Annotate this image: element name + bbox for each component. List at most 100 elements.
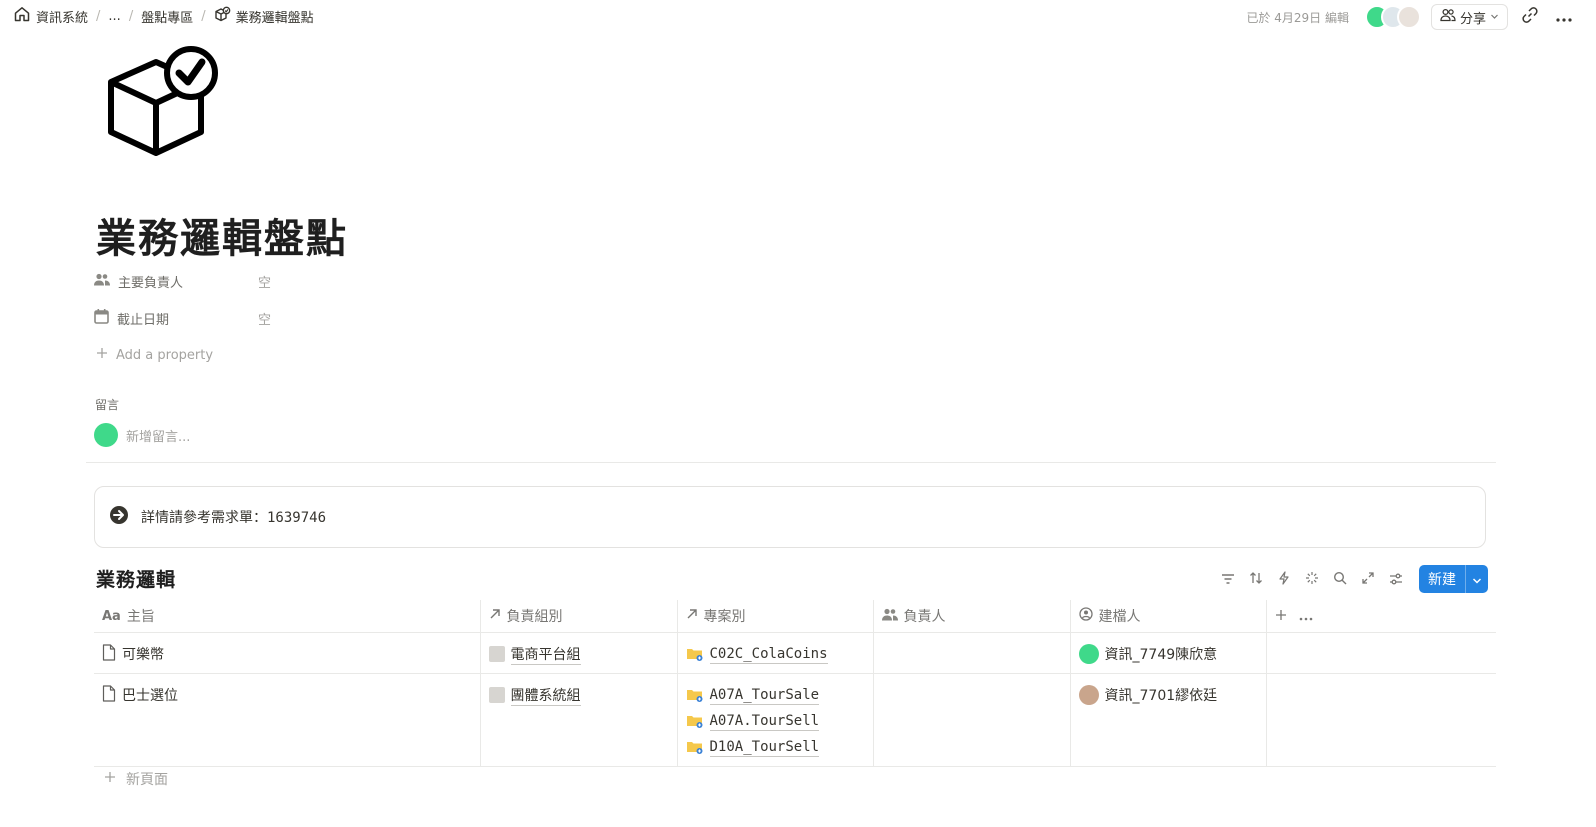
property-value[interactable]: 空 bbox=[258, 309, 271, 328]
breadcrumb-label: 盤點專區 bbox=[141, 10, 194, 26]
callout-block[interactable]: 詳情請參考需求單：1639746 bbox=[94, 486, 1486, 548]
page-icon-box-check[interactable] bbox=[104, 46, 220, 158]
cell-project[interactable]: A07A_TourSale A07A.TourSell D10A_TourSel… bbox=[677, 673, 874, 767]
column-header-creator[interactable]: 建檔人 bbox=[1070, 600, 1267, 633]
plus-icon bbox=[104, 771, 116, 787]
row-title[interactable]: 巴士選位 bbox=[122, 685, 178, 705]
comment-input-row[interactable]: 新增留言... bbox=[94, 423, 190, 447]
copy-link-button[interactable] bbox=[1518, 5, 1542, 29]
property-owner[interactable]: 主要負責人 空 bbox=[94, 272, 271, 291]
sort-icon bbox=[1249, 570, 1263, 589]
add-column-icon[interactable] bbox=[1275, 606, 1287, 625]
avatar bbox=[1396, 5, 1421, 29]
cell-project[interactable]: C02C_ColaCoins bbox=[677, 632, 874, 674]
lightning-icon bbox=[1278, 570, 1290, 589]
cell-owner[interactable] bbox=[873, 673, 1071, 767]
more-horizontal-icon bbox=[1555, 8, 1573, 27]
page-document-icon bbox=[102, 643, 116, 665]
cell-empty bbox=[1266, 673, 1496, 767]
cell-title[interactable]: 巴士選位 bbox=[94, 673, 481, 767]
cell-creator[interactable]: 資訊_7701繆依廷 bbox=[1070, 673, 1267, 767]
cell-group[interactable]: 團體系統組 bbox=[480, 673, 678, 767]
property-value[interactable]: 空 bbox=[258, 272, 271, 291]
breadcrumb-separator: / bbox=[201, 8, 206, 24]
database-title[interactable]: 業務邏輯 bbox=[96, 565, 176, 592]
ai-button[interactable] bbox=[1301, 566, 1323, 592]
creator-name[interactable]: 資訊_7749陳欣意 bbox=[1105, 644, 1218, 664]
breadcrumb-label: ... bbox=[108, 8, 121, 24]
table-row[interactable]: 巴士選位 團體系統組 A07A_TourSale A07A.TourSell D… bbox=[94, 673, 1496, 767]
relation-arrow-icon bbox=[489, 608, 501, 624]
divider bbox=[86, 462, 1496, 463]
column-header-actions bbox=[1266, 600, 1496, 633]
project-link[interactable]: D10A_TourSell bbox=[709, 738, 820, 757]
avatar bbox=[94, 423, 118, 447]
breadcrumb-label: 資訊系統 bbox=[36, 10, 89, 26]
expand-arrows-icon bbox=[1361, 570, 1375, 589]
page-title[interactable]: 業務邏輯盤點 bbox=[96, 206, 348, 264]
breadcrumb-item-current[interactable]: 業務邏輯盤點 bbox=[211, 6, 317, 27]
person-circle-icon bbox=[1078, 607, 1093, 625]
cell-owner[interactable] bbox=[873, 632, 1071, 674]
new-page-button[interactable]: 新頁面 bbox=[104, 769, 168, 789]
more-horizontal-icon[interactable] bbox=[1299, 606, 1313, 625]
cell-title[interactable]: 可樂幣 bbox=[94, 632, 481, 674]
people-icon bbox=[94, 273, 110, 290]
database-toolbar: 新建 bbox=[1217, 565, 1488, 593]
project-link[interactable]: A07A.TourSell bbox=[709, 712, 820, 731]
new-entry-dropdown[interactable] bbox=[1465, 565, 1488, 593]
share-button[interactable]: 分享 bbox=[1430, 4, 1508, 30]
property-deadline[interactable]: 截止日期 空 bbox=[94, 309, 271, 328]
settings-button[interactable] bbox=[1385, 566, 1407, 592]
folder-link-icon bbox=[686, 646, 704, 662]
group-link[interactable]: 團體系統組 bbox=[510, 685, 581, 706]
text-type-icon: Aa bbox=[102, 608, 121, 624]
callout-text[interactable]: 詳情請參考需求單：1639746 bbox=[141, 507, 326, 527]
add-property-button[interactable]: Add a property bbox=[96, 347, 213, 363]
property-label: 主要負責人 bbox=[118, 276, 184, 291]
filter-button[interactable] bbox=[1217, 566, 1239, 592]
comment-input[interactable]: 新增留言... bbox=[126, 426, 190, 445]
breadcrumb-item-inventory[interactable]: 盤點專區 bbox=[138, 7, 196, 26]
new-entry-button[interactable]: 新建 bbox=[1419, 565, 1488, 593]
box-check-icon bbox=[214, 6, 231, 27]
arrow-right-circle-icon bbox=[109, 505, 129, 529]
table-row[interactable]: 可樂幣 電商平台組 C02C_ColaCoins 資訊_7749陳欣意 bbox=[94, 632, 1496, 674]
people-icon bbox=[881, 608, 898, 625]
topbar-actions: 已於 4月29日 編輯 分享 bbox=[1246, 4, 1576, 30]
project-link[interactable]: C02C_ColaCoins bbox=[709, 645, 828, 664]
search-button[interactable] bbox=[1329, 566, 1351, 592]
breadcrumb-item-ellipsis[interactable]: ... bbox=[105, 9, 123, 24]
more-options-button[interactable] bbox=[1552, 5, 1576, 29]
group-link[interactable]: 電商平台組 bbox=[510, 644, 581, 665]
collaborator-avatars[interactable] bbox=[1364, 5, 1421, 29]
breadcrumb-separator: / bbox=[128, 8, 134, 24]
cell-creator[interactable]: 資訊_7749陳欣意 bbox=[1070, 632, 1267, 674]
new-entry-label[interactable]: 新建 bbox=[1419, 565, 1465, 593]
add-property-label: Add a property bbox=[116, 347, 214, 363]
table-header-row: Aa 主旨 負責組別 專案別 負責人 建檔人 bbox=[94, 600, 1496, 633]
home-icon bbox=[13, 5, 31, 27]
column-label: 建檔人 bbox=[1098, 609, 1141, 625]
project-link[interactable]: A07A_TourSale bbox=[709, 686, 820, 705]
property-name: 截止日期 bbox=[94, 309, 258, 328]
column-header-group[interactable]: 負責組別 bbox=[480, 600, 678, 633]
chevron-down-icon bbox=[1472, 570, 1482, 589]
column-header-title[interactable]: Aa 主旨 bbox=[94, 600, 481, 633]
creator-name[interactable]: 資訊_7701繆依廷 bbox=[1105, 685, 1218, 705]
cell-group[interactable]: 電商平台組 bbox=[480, 632, 678, 674]
property-label: 截止日期 bbox=[117, 313, 170, 328]
row-title[interactable]: 可樂幣 bbox=[122, 644, 164, 664]
automation-button[interactable] bbox=[1273, 566, 1295, 592]
property-name: 主要負責人 bbox=[94, 272, 258, 291]
sort-button[interactable] bbox=[1245, 566, 1267, 592]
expand-button[interactable] bbox=[1357, 566, 1379, 592]
filter-icon bbox=[1221, 570, 1235, 589]
chevron-down-icon bbox=[1490, 10, 1499, 25]
column-header-owner[interactable]: 負責人 bbox=[873, 600, 1071, 633]
breadcrumb-item-home[interactable]: 資訊系統 bbox=[10, 5, 91, 27]
avatar bbox=[1078, 685, 1099, 705]
column-header-project[interactable]: 專案別 bbox=[677, 600, 874, 633]
share-label: 分享 bbox=[1459, 11, 1486, 27]
search-icon bbox=[1333, 570, 1347, 589]
